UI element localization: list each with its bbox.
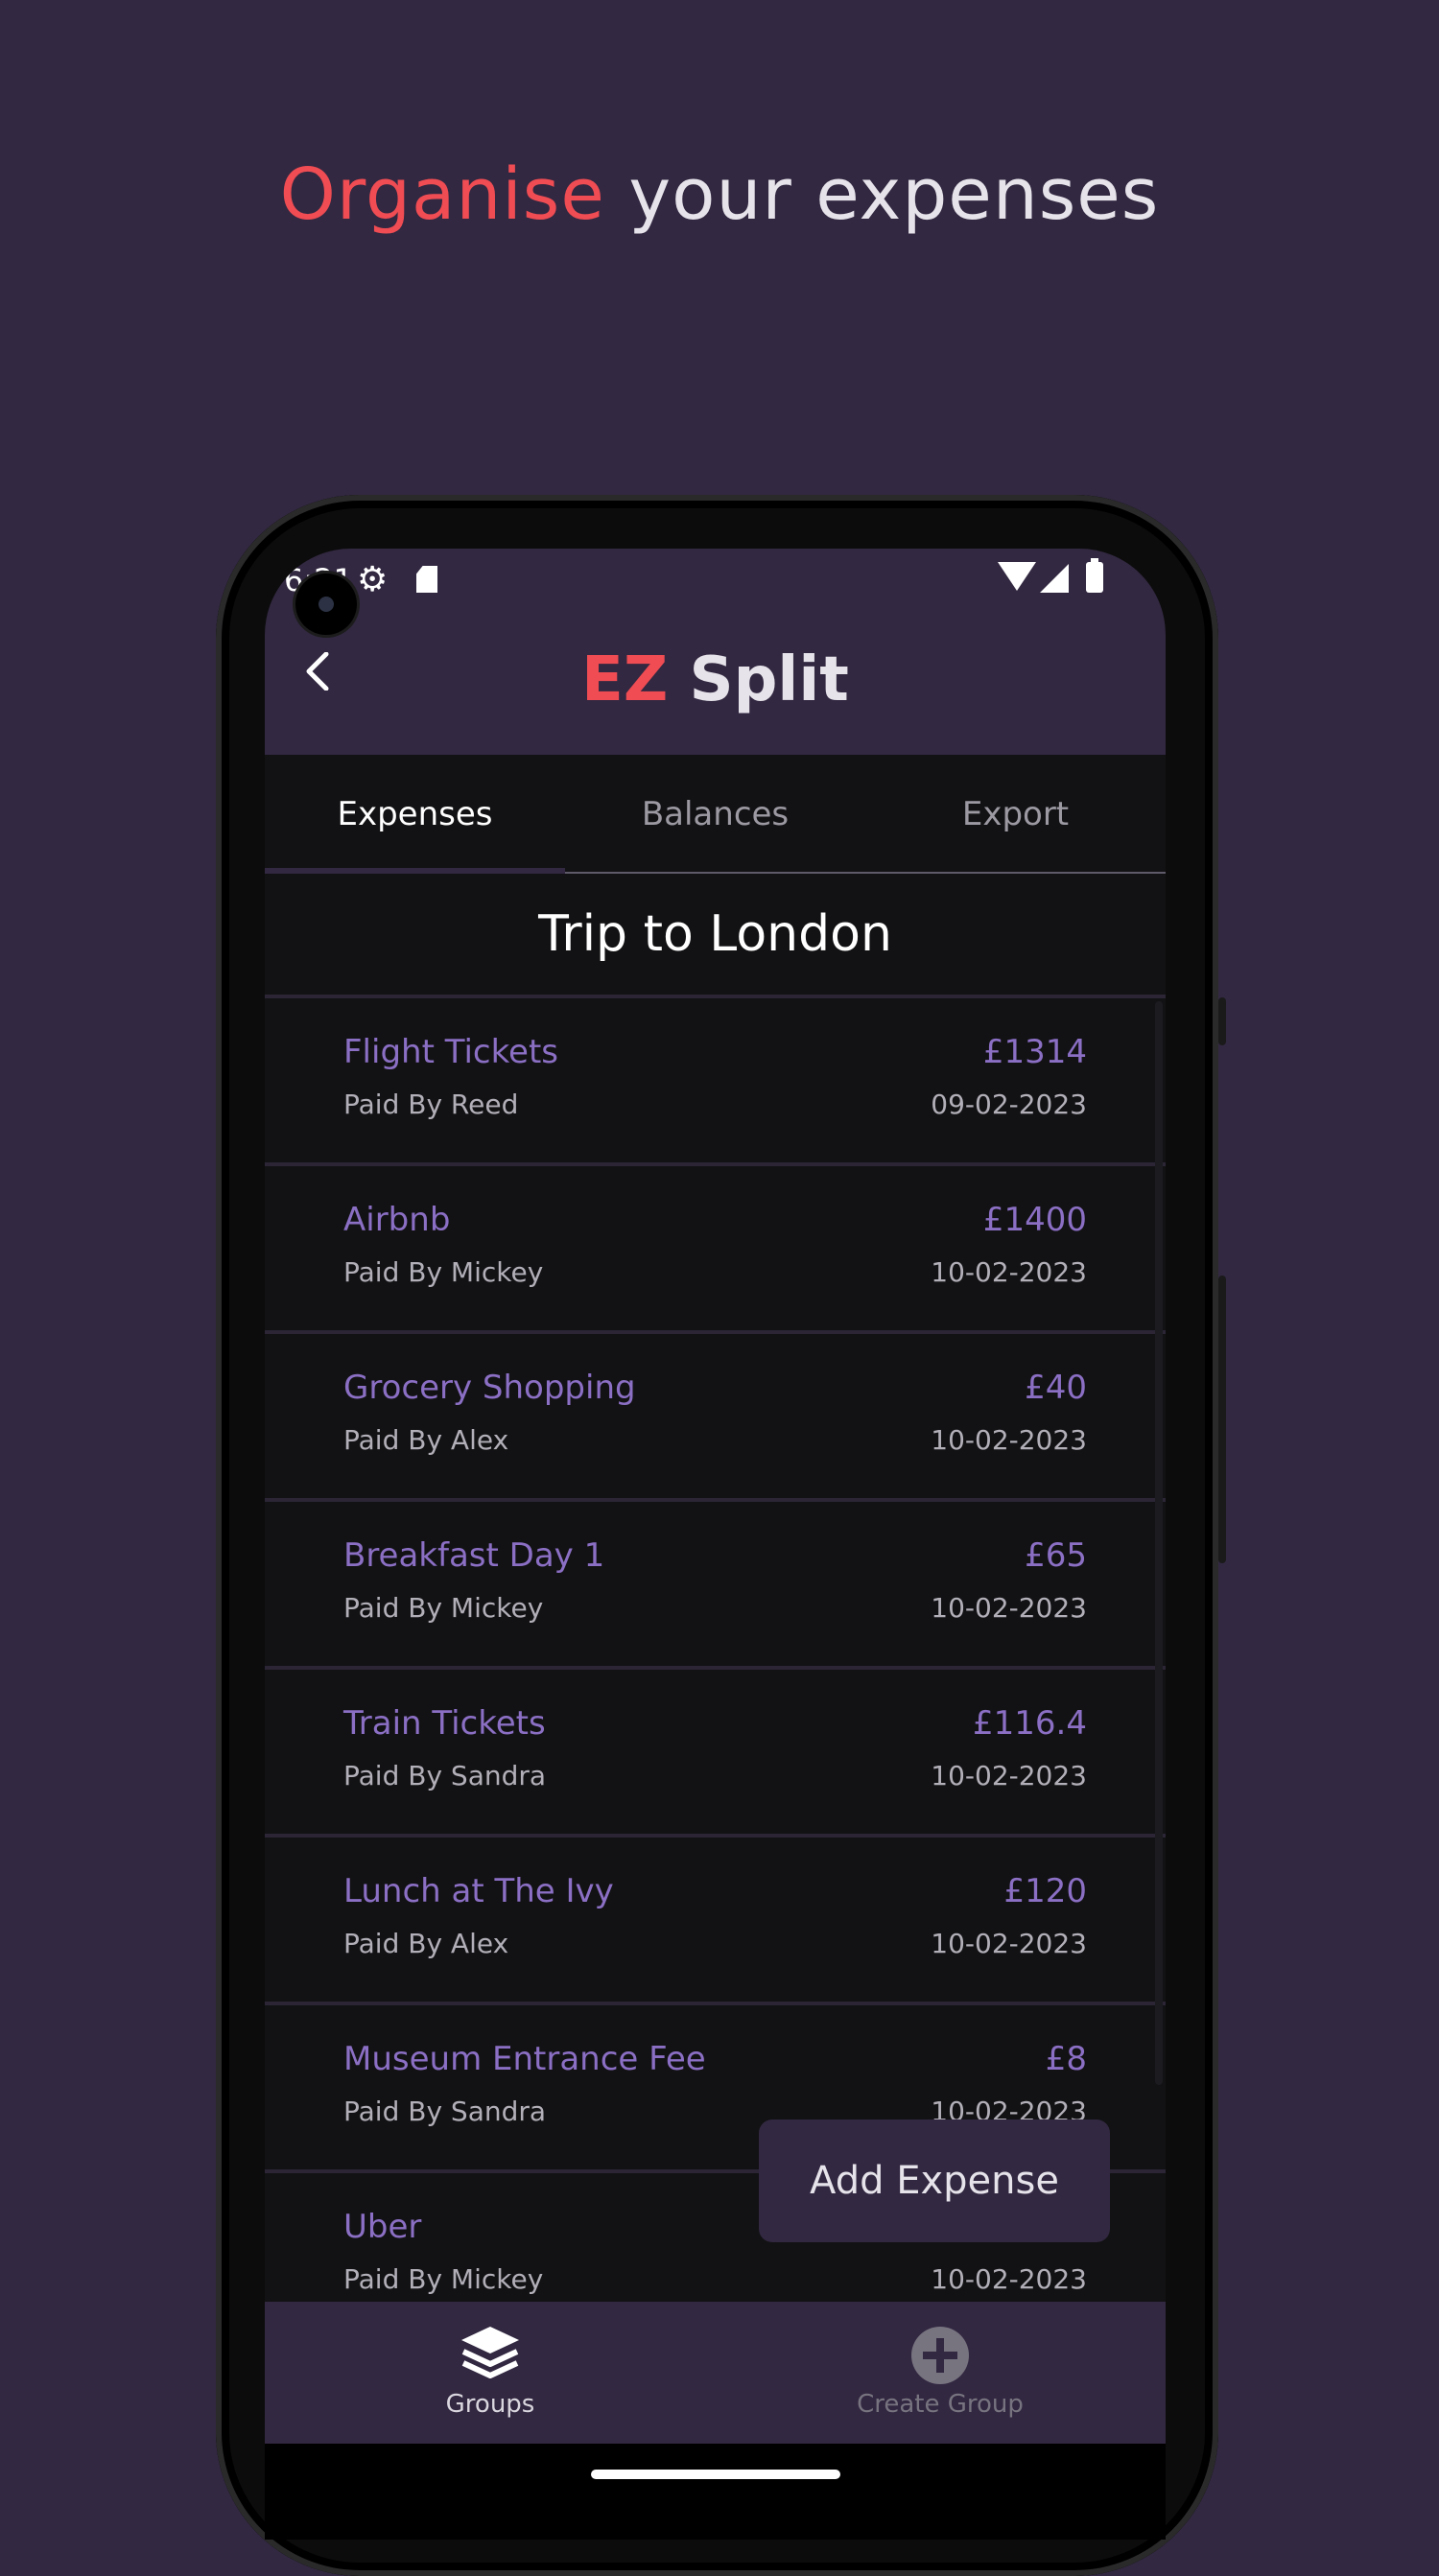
- expense-payer: Paid By Mickey: [343, 2263, 544, 2295]
- expense-name: Grocery Shopping: [343, 1369, 636, 1407]
- expense-amount: £116.4: [973, 1704, 1087, 1743]
- expense-date: 10-02-2023: [931, 1592, 1087, 1624]
- expense-name: Train Tickets: [343, 1704, 546, 1743]
- expense-name: Lunch at The Ivy: [343, 1872, 614, 1910]
- tab-bar: Expenses Balances Export: [265, 755, 1166, 874]
- phone-volume-button: [1218, 1276, 1226, 1563]
- expense-payer: Paid By Reed: [343, 1089, 519, 1120]
- expense-payer: Paid By Sandra: [343, 2096, 547, 2127]
- add-expense-button[interactable]: Add Expense: [759, 2119, 1110, 2242]
- expense-row[interactable]: Breakfast Day 1 Paid By Mickey £65 10-02…: [265, 1498, 1166, 1666]
- expense-date: 10-02-2023: [931, 1256, 1087, 1288]
- battery-icon: [1086, 558, 1103, 593]
- front-camera: [295, 574, 357, 635]
- expense-row[interactable]: Lunch at The Ivy Paid By Alex £120 10-02…: [265, 1834, 1166, 2002]
- headline-rest: your expenses: [604, 153, 1160, 236]
- nav-groups-label: Groups: [445, 2390, 535, 2419]
- expense-date: 10-02-2023: [931, 1424, 1087, 1456]
- tab-export[interactable]: Export: [865, 755, 1166, 874]
- signal-icon: [1040, 564, 1069, 593]
- expense-date: 10-02-2023: [931, 1928, 1087, 1959]
- tab-balances[interactable]: Balances: [565, 755, 865, 874]
- app-screen: 6:21 ⚙ EZ Split Expenses Balances Export…: [265, 549, 1166, 2540]
- expense-date: 10-02-2023: [931, 1760, 1087, 1791]
- expense-amount: £1314: [982, 1033, 1087, 1071]
- list-scrollbar[interactable]: [1155, 1001, 1163, 2085]
- expense-name: Museum Entrance Fee: [343, 2040, 706, 2078]
- expense-row[interactable]: Train Tickets Paid By Sandra £116.4 10-0…: [265, 1666, 1166, 1834]
- expense-amount: £1400: [982, 1201, 1087, 1239]
- expense-amount: £40: [1025, 1369, 1087, 1407]
- phone-power-button: [1218, 997, 1226, 1045]
- expense-payer: Paid By Alex: [343, 1928, 509, 1959]
- expense-payer: Paid By Sandra: [343, 1760, 547, 1791]
- expense-payer: Paid By Mickey: [343, 1256, 544, 1288]
- expense-name: Flight Tickets: [343, 1033, 559, 1071]
- group-title: Trip to London: [538, 905, 892, 963]
- nav-groups[interactable]: Groups: [265, 2302, 716, 2444]
- expense-amount: £65: [1025, 1536, 1087, 1575]
- expense-payer: Paid By Mickey: [343, 1592, 544, 1624]
- expense-row[interactable]: Airbnb Paid By Mickey £1400 10-02-2023: [265, 1162, 1166, 1330]
- expense-amount: £120: [1003, 1872, 1087, 1910]
- app-bar: 6:21 ⚙ EZ Split: [265, 549, 1166, 755]
- expense-payer: Paid By Alex: [343, 1424, 509, 1456]
- layers-icon: [461, 2327, 519, 2378]
- expense-row[interactable]: Flight Tickets Paid By Reed £1314 09-02-…: [265, 995, 1166, 1162]
- promo-headline: Organise your expenses: [0, 153, 1439, 236]
- sd-card-icon: [416, 566, 437, 593]
- expense-date: 10-02-2023: [931, 2263, 1087, 2295]
- expense-date: 09-02-2023: [931, 1089, 1087, 1120]
- wifi-icon: [998, 562, 1036, 591]
- nav-create-group[interactable]: Create Group: [715, 2302, 1166, 2444]
- expense-name: Airbnb: [343, 1201, 451, 1239]
- expense-name: Uber: [343, 2208, 422, 2246]
- expense-amount: £8: [1045, 2040, 1087, 2078]
- settings-status-icon: ⚙: [357, 560, 389, 599]
- app-title-accent: EZ: [581, 644, 669, 715]
- tab-expenses[interactable]: Expenses: [265, 755, 565, 874]
- system-nav-area: [265, 2444, 1166, 2540]
- app-title-rest: Split: [668, 644, 849, 715]
- app-title: EZ Split: [265, 644, 1166, 715]
- home-indicator[interactable]: [591, 2470, 840, 2479]
- expense-name: Breakfast Day 1: [343, 1536, 605, 1575]
- nav-create-group-label: Create Group: [857, 2390, 1024, 2419]
- expense-row[interactable]: Grocery Shopping Paid By Alex £40 10-02-…: [265, 1330, 1166, 1498]
- bottom-navigation: Groups Create Group: [265, 2302, 1166, 2444]
- plus-circle-icon: [911, 2327, 969, 2384]
- headline-accent: Organise: [279, 153, 605, 236]
